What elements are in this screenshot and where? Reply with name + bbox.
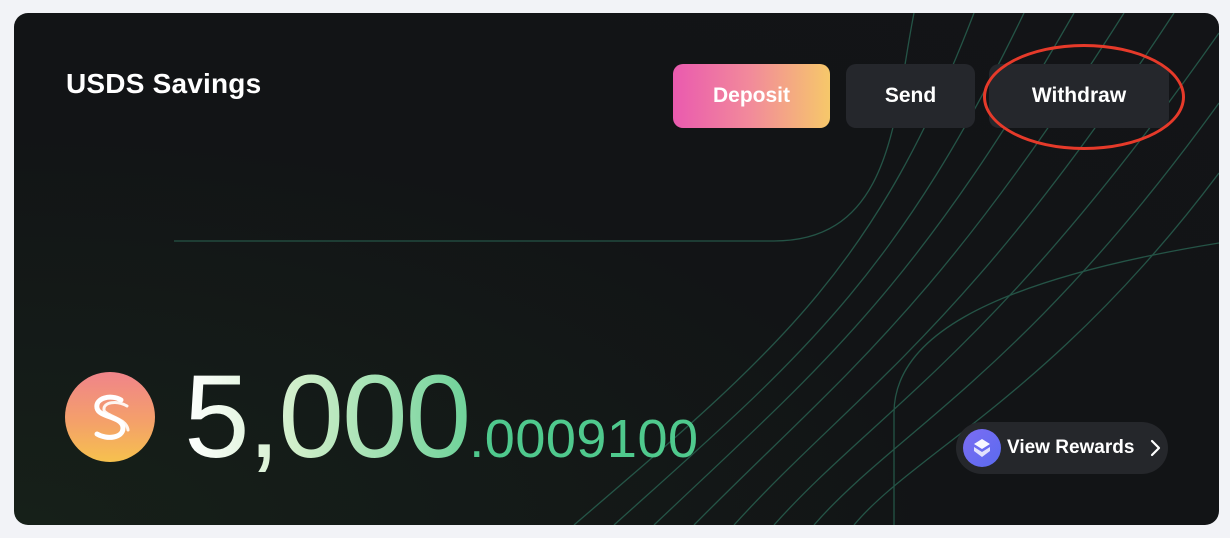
chevron-right-icon: [1151, 439, 1161, 457]
send-button[interactable]: Send: [846, 64, 975, 128]
withdraw-button[interactable]: Withdraw: [989, 64, 1169, 128]
deposit-button[interactable]: Deposit: [673, 64, 830, 128]
usds-savings-card: USDS Savings Deposit Send Withdraw 5,000…: [14, 13, 1219, 525]
balance-amount: 5,000.0009100: [184, 358, 699, 476]
usds-token-icon: [65, 372, 155, 462]
view-rewards-button[interactable]: View Rewards: [956, 422, 1168, 474]
balance-integer: 5,000: [184, 351, 471, 483]
page-title: USDS Savings: [66, 68, 262, 99]
rewards-icon: [963, 429, 1001, 467]
view-rewards-label: View Rewards: [1007, 437, 1135, 458]
balance-fraction: .0009100: [469, 409, 699, 469]
